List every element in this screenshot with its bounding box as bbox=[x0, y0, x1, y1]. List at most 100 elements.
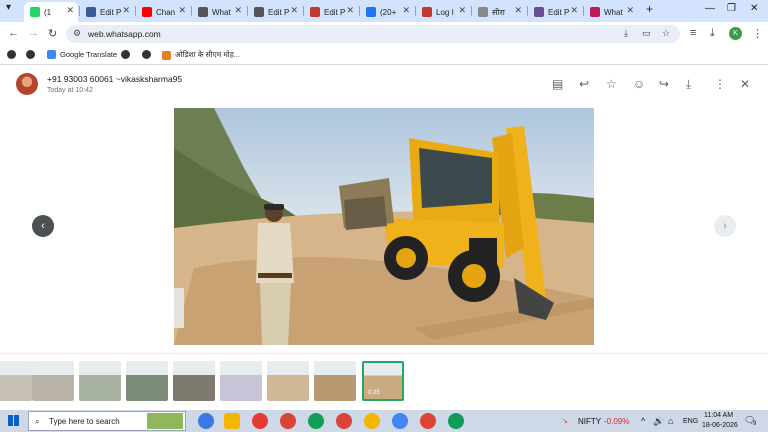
browser-tab[interactable]: (1 ✕ bbox=[24, 2, 78, 22]
chrome-icon[interactable] bbox=[308, 413, 324, 429]
tab-close-icon[interactable]: ✕ bbox=[234, 5, 242, 16]
thumbnail[interactable] bbox=[79, 361, 121, 401]
new-tab-icon[interactable]: + bbox=[646, 2, 653, 16]
thumbnail[interactable] bbox=[267, 361, 309, 401]
bookmark-star-icon[interactable]: ☆ bbox=[662, 28, 670, 39]
tab-close-icon[interactable]: ✕ bbox=[402, 5, 410, 16]
network-icon[interactable]: ⌂ bbox=[668, 416, 673, 426]
reload-icon[interactable]: ↻ bbox=[48, 27, 57, 40]
thumbnail-selected-video[interactable]: 0:25 bbox=[362, 361, 404, 401]
tab-label: (1 bbox=[44, 7, 52, 17]
tab-close-icon[interactable]: ✕ bbox=[346, 5, 354, 16]
close-icon[interactable]: ✕ bbox=[740, 78, 750, 90]
input-language[interactable]: ENG bbox=[683, 418, 698, 425]
install-app-icon[interactable]: ▭ bbox=[642, 28, 651, 39]
browser-tab[interactable]: Edit P ✕ bbox=[304, 2, 358, 22]
chrome-icon[interactable] bbox=[392, 413, 408, 429]
stock-change[interactable]: -0.09% bbox=[604, 417, 629, 426]
minimize-icon[interactable]: — bbox=[705, 3, 715, 14]
previous-media-button[interactable]: ‹ bbox=[32, 215, 54, 237]
thumbnail[interactable] bbox=[173, 361, 215, 401]
chrome-icon[interactable] bbox=[364, 413, 380, 429]
tab-close-icon[interactable]: ✕ bbox=[458, 5, 466, 16]
message-icon[interactable]: ▤ bbox=[552, 78, 563, 90]
thumbnail[interactable] bbox=[126, 361, 168, 401]
window-close-icon[interactable]: ✕ bbox=[750, 3, 758, 14]
browser-tab[interactable]: Log I ✕ bbox=[416, 2, 470, 22]
chrome-menu-icon[interactable]: ⋮ bbox=[752, 27, 763, 40]
forward-icon[interactable]: ↪ bbox=[659, 78, 669, 90]
edge-browser-icon[interactable] bbox=[198, 413, 214, 429]
tab-favicon-icon bbox=[422, 7, 432, 17]
back-icon[interactable]: ← bbox=[8, 27, 19, 39]
browser-tab[interactable]: Edit P ✕ bbox=[248, 2, 302, 22]
tab-close-icon[interactable]: ✕ bbox=[626, 5, 634, 16]
bookmark-favicon-1[interactable] bbox=[7, 50, 20, 59]
thumbnail[interactable] bbox=[314, 361, 356, 401]
download-icon[interactable]: ⤓ bbox=[686, 78, 691, 90]
file-explorer-icon[interactable] bbox=[224, 413, 240, 429]
browser-tab[interactable]: (20+ ✕ bbox=[360, 2, 414, 22]
tab-label: What bbox=[212, 7, 231, 17]
next-media-button[interactable]: › bbox=[714, 215, 736, 237]
volume-icon[interactable]: 🔊 bbox=[653, 416, 664, 427]
tab-search-icon[interactable]: ▾ bbox=[6, 2, 11, 13]
media-image[interactable] bbox=[174, 108, 594, 345]
tab-favicon-icon bbox=[86, 7, 96, 17]
browser-tab[interactable]: Edit P ✕ bbox=[528, 2, 582, 22]
clock-time[interactable]: 11:04 AM bbox=[704, 412, 733, 419]
profile-avatar[interactable]: K bbox=[729, 27, 742, 40]
browser-tab[interactable]: What ✕ bbox=[192, 2, 246, 22]
chrome-icon[interactable] bbox=[448, 413, 464, 429]
tab-favicon-icon bbox=[254, 7, 264, 17]
bookmark-favicon-2[interactable] bbox=[26, 50, 39, 59]
opera-icon[interactable] bbox=[252, 413, 268, 429]
chrome-icon[interactable] bbox=[336, 413, 352, 429]
reply-icon[interactable]: ↩ bbox=[579, 78, 589, 90]
thumbnail[interactable] bbox=[220, 361, 262, 401]
sender-name[interactable]: +91 93003 60061 ~vikasksharma95 bbox=[47, 74, 182, 84]
tab-label: Log I bbox=[436, 7, 454, 17]
bookmark-favicon-3[interactable] bbox=[121, 50, 134, 59]
browser-tab[interactable]: Edit P ✕ bbox=[80, 2, 134, 22]
tab-close-icon[interactable]: ✕ bbox=[514, 5, 522, 16]
media-viewer-header: +91 93003 60061 ~vikasksharma95 Today at… bbox=[0, 66, 768, 104]
tab-close-icon[interactable]: ✕ bbox=[290, 5, 298, 16]
address-bar[interactable]: ⚙ web.whatsapp.com ⤓ ▭ ☆ bbox=[66, 25, 680, 43]
bookmark-favicon-4[interactable] bbox=[142, 50, 155, 59]
notification-count: 9 bbox=[753, 421, 757, 427]
star-icon[interactable]: ☆ bbox=[606, 78, 617, 90]
site-info-icon[interactable]: ⚙ bbox=[73, 28, 81, 39]
emoji-icon[interactable]: ☺ bbox=[633, 78, 645, 90]
windows-start-icon[interactable] bbox=[8, 415, 19, 426]
tab-close-icon[interactable]: ✕ bbox=[66, 5, 74, 16]
browser-tab[interactable]: सीरा ✕ bbox=[472, 2, 526, 22]
browser-tab[interactable]: What ✕ bbox=[584, 2, 638, 22]
tab-close-icon[interactable]: ✕ bbox=[570, 5, 578, 16]
forward-icon[interactable]: → bbox=[28, 27, 39, 39]
url-text[interactable]: web.whatsapp.com bbox=[88, 29, 161, 39]
bookmark-label: ओडिशा के सीएम मोह... bbox=[175, 50, 240, 59]
media-control-icon[interactable]: ≡ bbox=[690, 27, 696, 39]
globe-icon bbox=[7, 50, 16, 59]
browser-tab[interactable]: Chan ✕ bbox=[136, 2, 190, 22]
chrome-icon[interactable] bbox=[420, 413, 436, 429]
hidden-icons-chevron-icon[interactable]: ^ bbox=[641, 416, 645, 426]
menu-icon[interactable]: ⋮ bbox=[714, 78, 726, 90]
bookmark-google-translate[interactable]: Google Translate bbox=[47, 50, 117, 59]
sender-avatar[interactable] bbox=[16, 73, 38, 95]
downloads-icon[interactable]: ⤓ bbox=[710, 27, 715, 40]
restore-icon[interactable]: ❐ bbox=[727, 3, 736, 14]
clock-date[interactable]: 18-06-2026 bbox=[702, 422, 738, 429]
thumbnail-image bbox=[314, 361, 356, 401]
taskbar-search-box[interactable]: ⌕ Type here to search bbox=[28, 411, 186, 431]
download-status-icon[interactable]: ⤓ bbox=[624, 28, 628, 39]
bookmark-odisha-cm[interactable]: ओडिशा के सीएम मोह... bbox=[162, 50, 240, 60]
tab-label: Edit P bbox=[268, 7, 290, 17]
stock-name[interactable]: NIFTY bbox=[578, 417, 601, 426]
tab-close-icon[interactable]: ✕ bbox=[122, 5, 130, 16]
thumbnail[interactable] bbox=[32, 361, 74, 401]
chrome-icon[interactable] bbox=[280, 413, 296, 429]
tab-close-icon[interactable]: ✕ bbox=[178, 5, 186, 16]
thumbnail[interactable] bbox=[0, 361, 32, 401]
